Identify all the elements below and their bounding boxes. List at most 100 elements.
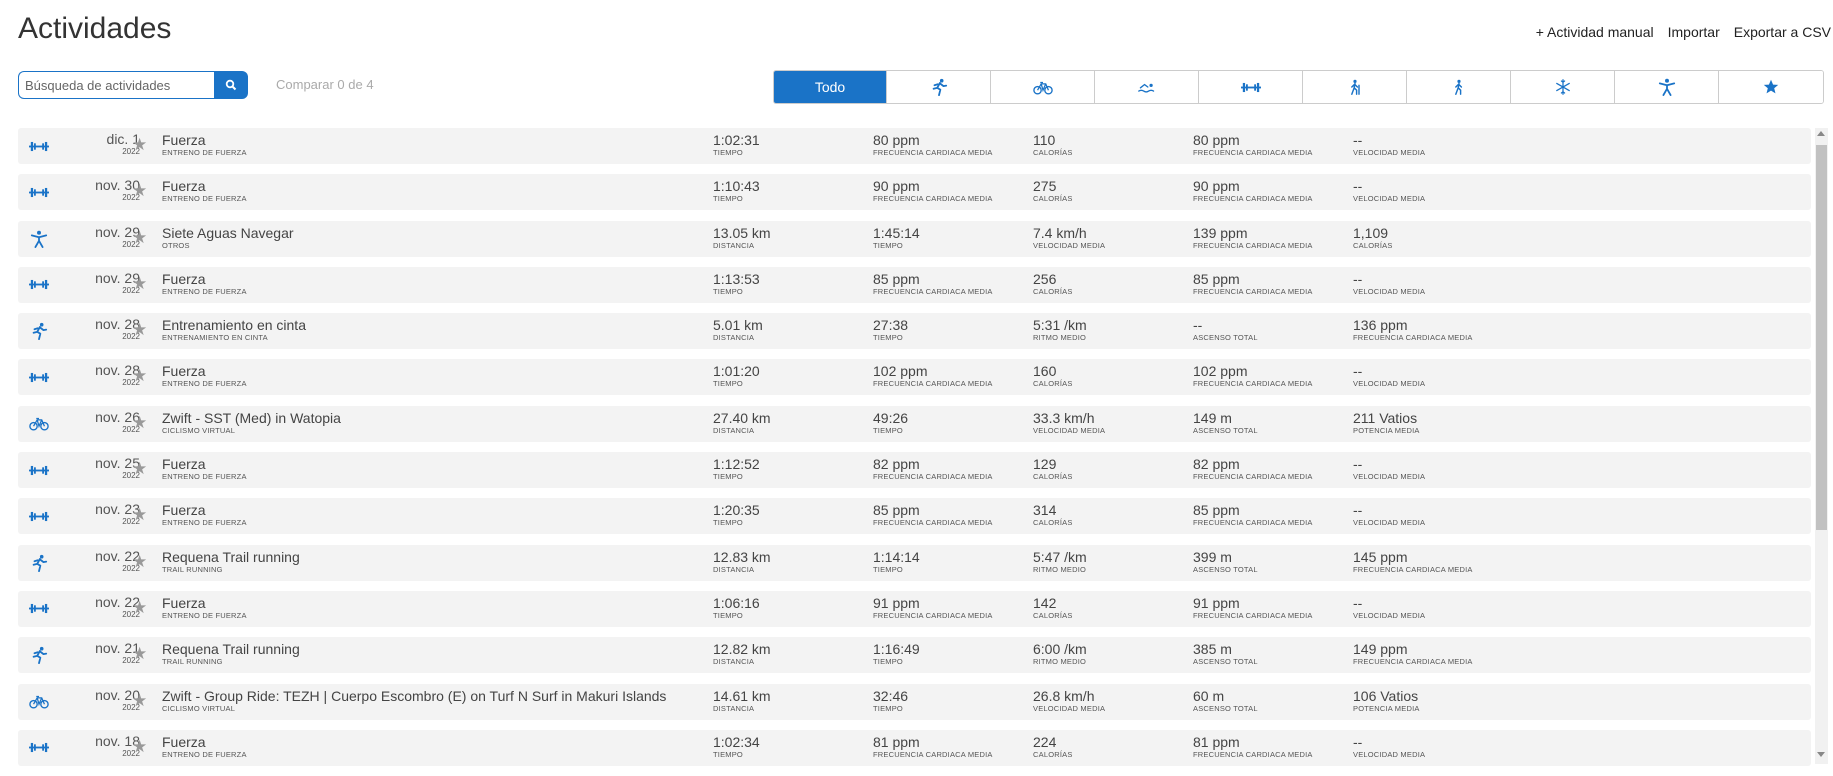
running-icon bbox=[28, 553, 50, 573]
stat-label: FRECUENCIA CARDIACA MEDIA bbox=[1193, 286, 1313, 296]
activity-date: nov. 28 2022 bbox=[62, 362, 140, 388]
activity-title: Fuerza ENTRENO DE FUERZA bbox=[162, 734, 247, 760]
stat-label: ASCENSO TOTAL bbox=[1193, 564, 1258, 574]
activity-year: 2022 bbox=[122, 239, 140, 249]
scroll-up-arrow-icon[interactable] bbox=[1817, 131, 1825, 136]
activity-name-link[interactable]: Fuerza bbox=[162, 734, 247, 750]
activity-name-link[interactable]: Zwift - Group Ride: TEZH | Cuerpo Escomb… bbox=[162, 688, 666, 704]
activity-row[interactable]: nov. 29 2022 ★ Siete Aguas Navegar OTROS 13.0… bbox=[18, 220, 1811, 257]
activity-date: nov. 29 2022 bbox=[62, 224, 140, 250]
stat-label: TIEMPO bbox=[873, 425, 903, 435]
activity-row[interactable]: nov. 30 2022 ★ Fuerza ENTRENO DE FUERZA 1:10:… bbox=[18, 174, 1811, 211]
activity-stat: 149 m ASCENSO TOTAL bbox=[1193, 410, 1258, 436]
favorite-star-icon[interactable]: ★ bbox=[132, 135, 147, 155]
favorite-star-icon[interactable]: ★ bbox=[132, 598, 147, 618]
activity-name-link[interactable]: Fuerza bbox=[162, 363, 247, 379]
stat-value: 1:13:53 bbox=[713, 270, 760, 287]
favorite-star-icon[interactable]: ★ bbox=[132, 366, 147, 386]
favorite-star-icon[interactable]: ★ bbox=[132, 181, 147, 201]
stat-label: CALORÍAS bbox=[1033, 286, 1073, 296]
favorite-star-icon[interactable]: ★ bbox=[132, 552, 147, 572]
activity-name-link[interactable]: Fuerza bbox=[162, 132, 247, 148]
favorite-star-icon[interactable]: ★ bbox=[132, 691, 147, 711]
activity-name-link[interactable]: Fuerza bbox=[162, 595, 247, 611]
scroll-down-arrow-icon[interactable] bbox=[1817, 752, 1825, 757]
compare-counter[interactable]: Comparar 0 de 4 bbox=[276, 77, 374, 92]
stat-label: DISTANCIA bbox=[713, 240, 755, 250]
search-input[interactable] bbox=[18, 71, 214, 99]
favorite-star-icon[interactable]: ★ bbox=[132, 644, 147, 664]
activity-row[interactable]: nov. 29 2022 ★ Fuerza ENTRENO DE FUERZA 1:13:… bbox=[18, 266, 1811, 303]
search-button[interactable] bbox=[214, 71, 248, 99]
activity-row[interactable]: dic. 1 2022 ★ Fuerza ENTRENO DE FUERZA 1:02:3… bbox=[18, 128, 1811, 164]
favorite-star-icon[interactable]: ★ bbox=[132, 505, 147, 525]
activity-row[interactable]: nov. 22 2022 ★ Requena Trail running TRAIL R… bbox=[18, 544, 1811, 581]
stat-value: 85 ppm bbox=[1193, 502, 1240, 519]
activity-name-link[interactable]: Fuerza bbox=[162, 271, 247, 287]
activity-name-link[interactable]: Requena Trail running bbox=[162, 641, 300, 657]
scrollbar-thumb[interactable] bbox=[1816, 145, 1827, 530]
activity-day: nov. 29 bbox=[95, 269, 140, 286]
activity-row[interactable]: nov. 21 2022 ★ Requena Trail running TRAIL R… bbox=[18, 637, 1811, 674]
activity-row[interactable]: nov. 18 2022 ★ Fuerza ENTRENO DE FUERZA 1:02:… bbox=[18, 729, 1811, 766]
activity-row[interactable]: nov. 26 2022 ★ Zwift - SST (Med) in Watopia… bbox=[18, 405, 1811, 442]
activity-row[interactable]: nov. 28 2022 ★ Fuerza ENTRENO DE FUERZA 1:01:… bbox=[18, 359, 1811, 396]
stat-label: DISTANCIA bbox=[713, 333, 755, 343]
activity-name-link[interactable]: Siete Aguas Navegar bbox=[162, 225, 294, 241]
filter-running[interactable] bbox=[887, 71, 991, 103]
filter-walking[interactable] bbox=[1407, 71, 1511, 103]
activity-name-link[interactable]: Requena Trail running bbox=[162, 549, 300, 565]
stat-value: 275 bbox=[1033, 178, 1057, 195]
activity-date: nov. 22 2022 bbox=[62, 548, 140, 574]
stat-value: 81 ppm bbox=[1193, 733, 1240, 750]
favorite-star-icon[interactable]: ★ bbox=[132, 320, 147, 340]
star-icon bbox=[1763, 79, 1779, 95]
manual-activity-link[interactable]: + Actividad manual bbox=[1536, 24, 1654, 40]
activity-stat: 90 ppm FRECUENCIA CARDIACA MEDIA bbox=[873, 178, 993, 204]
favorite-star-icon[interactable]: ★ bbox=[132, 737, 147, 757]
stat-value: -- bbox=[1193, 317, 1203, 334]
activity-day: nov. 30 bbox=[95, 177, 140, 194]
activity-name-link[interactable]: Entrenamiento en cinta bbox=[162, 317, 306, 333]
activity-title: Fuerza ENTRENO DE FUERZA bbox=[162, 132, 247, 158]
stat-value: 102 ppm bbox=[1193, 363, 1248, 380]
favorite-star-icon[interactable]: ★ bbox=[132, 228, 147, 248]
favorite-star-icon[interactable]: ★ bbox=[132, 274, 147, 294]
activity-stat: 12.82 km DISTANCIA bbox=[713, 641, 771, 667]
activity-name-link[interactable]: Fuerza bbox=[162, 502, 247, 518]
stat-label: ASCENSO TOTAL bbox=[1193, 425, 1258, 435]
stat-value: 91 ppm bbox=[1193, 594, 1240, 611]
activity-stat: 90 ppm FRECUENCIA CARDIACA MEDIA bbox=[1193, 178, 1313, 204]
stat-value: 5:31 /km bbox=[1033, 317, 1087, 334]
filter-hiking[interactable] bbox=[1303, 71, 1407, 103]
activity-row[interactable]: nov. 22 2022 ★ Fuerza ENTRENO DE FUERZA 1:06:… bbox=[18, 590, 1811, 627]
activity-name-link[interactable]: Fuerza bbox=[162, 178, 247, 194]
filter-strength[interactable] bbox=[1199, 71, 1303, 103]
activity-stat: 1:02:31 TIEMPO bbox=[713, 132, 760, 158]
export-csv-link[interactable]: Exportar a CSV bbox=[1734, 24, 1831, 40]
activity-name-link[interactable]: Fuerza bbox=[162, 456, 247, 472]
filter-winter[interactable] bbox=[1511, 71, 1615, 103]
import-link[interactable]: Importar bbox=[1668, 24, 1720, 40]
activity-row[interactable]: nov. 25 2022 ★ Fuerza ENTRENO DE FUERZA 1:12:… bbox=[18, 452, 1811, 489]
activity-name-link[interactable]: Zwift - SST (Med) in Watopia bbox=[162, 410, 341, 426]
running-icon bbox=[930, 78, 948, 96]
activity-row[interactable]: nov. 23 2022 ★ Fuerza ENTRENO DE FUERZA 1:20:… bbox=[18, 498, 1811, 535]
filter-all[interactable]: Todo bbox=[774, 71, 887, 103]
favorite-star-icon[interactable]: ★ bbox=[132, 459, 147, 479]
activity-row[interactable]: nov. 28 2022 ★ Entrenamiento en cinta ENTREN… bbox=[18, 313, 1811, 350]
favorite-star-icon[interactable]: ★ bbox=[132, 413, 147, 433]
filter-cycling[interactable] bbox=[991, 71, 1095, 103]
activity-day: dic. 1 bbox=[106, 131, 140, 147]
activity-title: Requena Trail running TRAIL RUNNING bbox=[162, 641, 300, 667]
activity-year: 2022 bbox=[122, 378, 140, 388]
filter-swimming[interactable] bbox=[1095, 71, 1199, 103]
stat-value: -- bbox=[1353, 502, 1363, 519]
activity-type-label: ENTRENO DE FUERZA bbox=[162, 286, 247, 296]
activity-stat: 1:13:53 TIEMPO bbox=[713, 271, 760, 297]
activity-row[interactable]: nov. 20 2022 ★ Zwift - Group Ride: TEZH | C… bbox=[18, 683, 1811, 720]
filter-favorites[interactable] bbox=[1719, 71, 1823, 103]
activity-year: 2022 bbox=[122, 147, 140, 156]
filter-other[interactable] bbox=[1615, 71, 1719, 103]
stat-value: 102 ppm bbox=[873, 363, 928, 380]
